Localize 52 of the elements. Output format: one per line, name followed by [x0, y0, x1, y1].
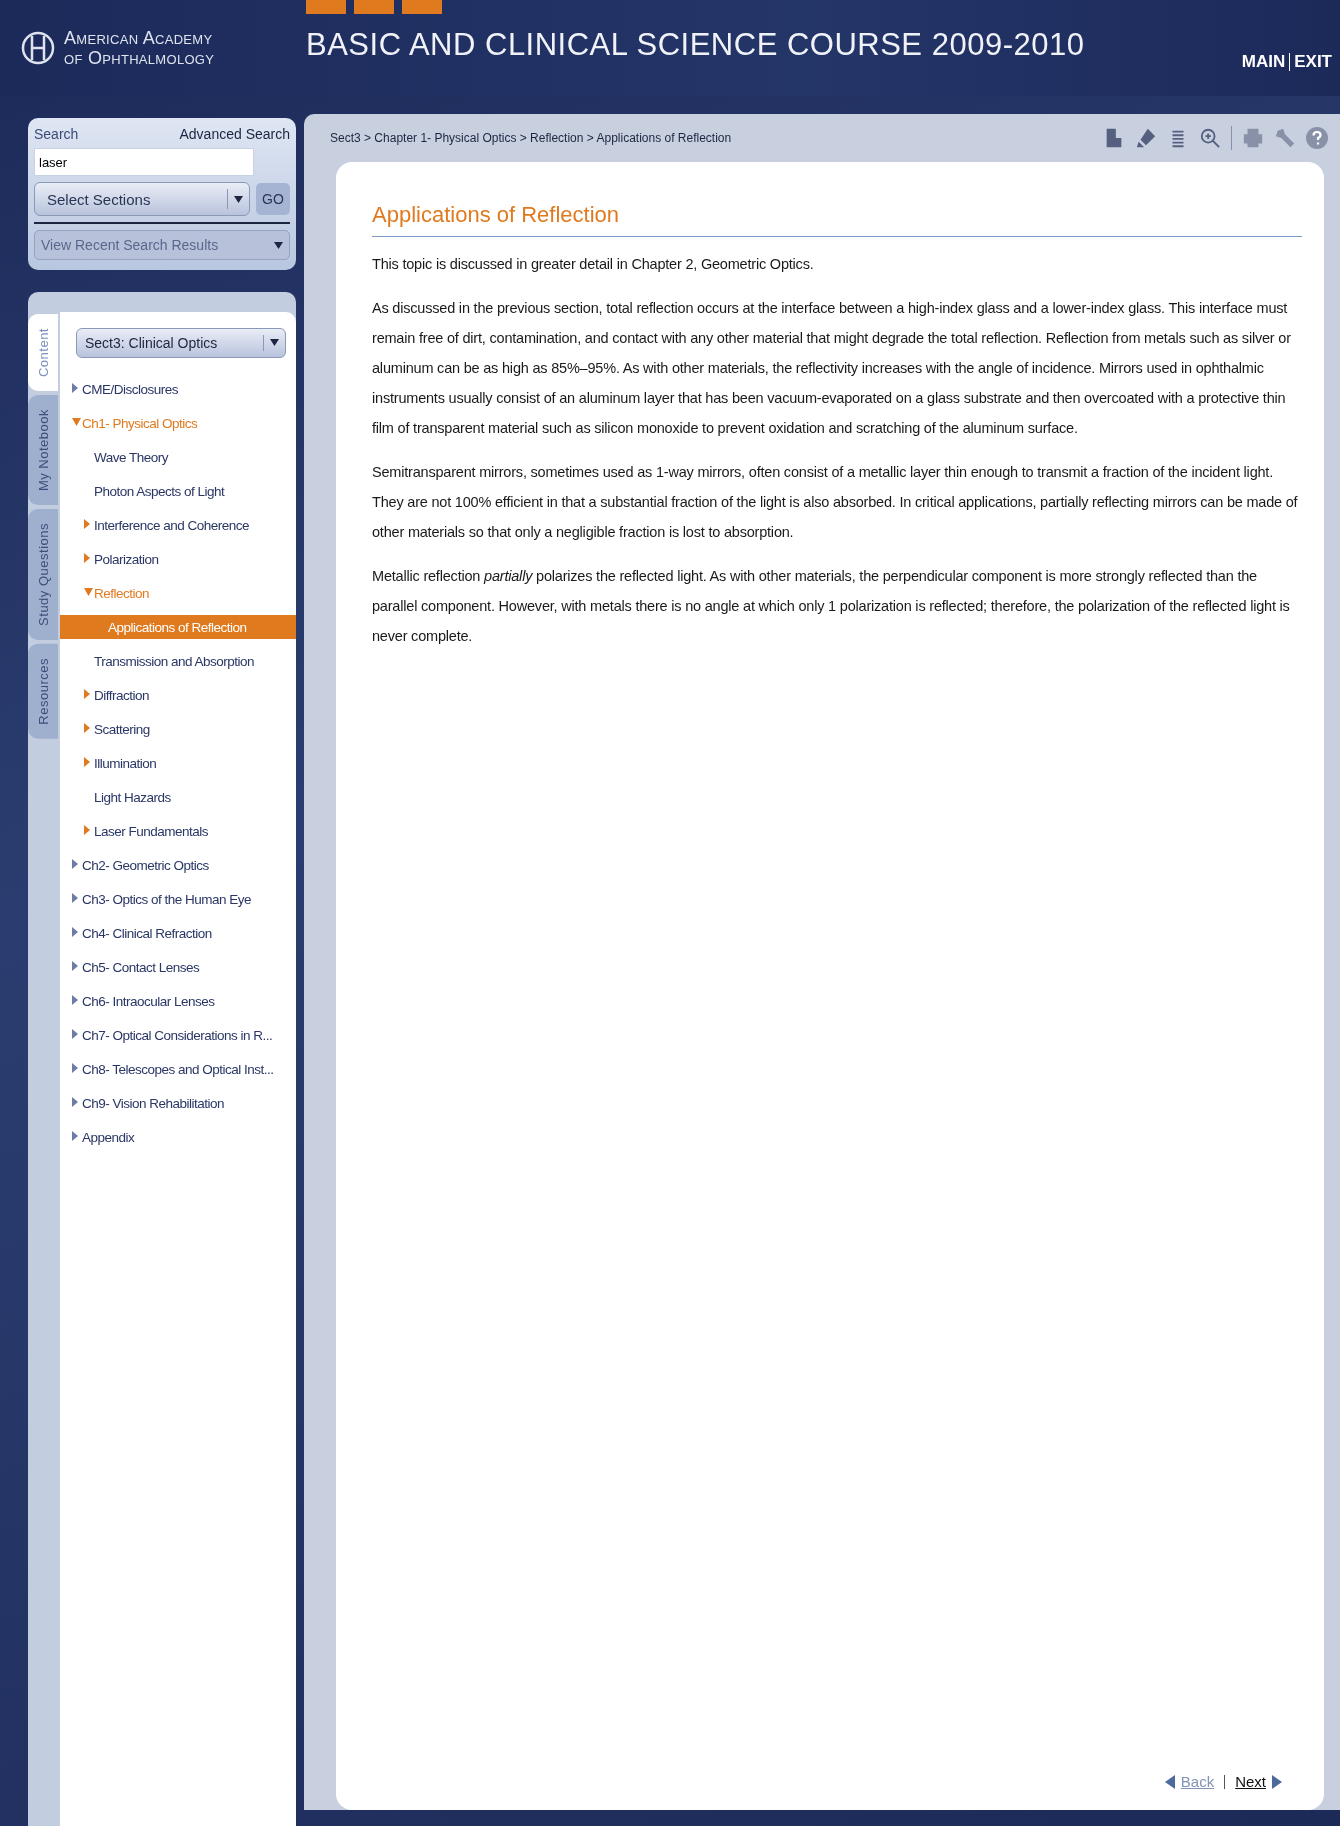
paragraph: Metallic reflection partially polarizes the reflected light. As with other materials, the perpendicular component is more strongly reflected than the parallel component. However, with metals there is no angle at which only 1 polarization is reflected; therefore, the polarization of the reflected light is never complete. [372, 567, 1291, 646]
expanded-arrow-icon [84, 588, 94, 598]
search-label: Search [34, 126, 79, 142]
search-field[interactable]: laser [34, 148, 254, 176]
tree-item[interactable]: Ch3- Optics of the Human Eye [60, 882, 296, 916]
app-title: BASIC AND CLINICAL SCIENCE COURSE 2009-2010 [306, 27, 1086, 63]
section-dropdown[interactable]: Sect3: Clinical Optics [76, 328, 286, 358]
logo-text: of Ophthalmology [64, 48, 215, 68]
header-link[interactable]: MAIN [1241, 52, 1286, 72]
tree-item[interactable]: Photon Aspects of Light [60, 474, 296, 508]
tree-item[interactable]: CME/Disclosures [60, 372, 296, 406]
breadcrumb: Sect3 > Chapter 1- Physical Optics > Reflection > Applications of Reflection [330, 131, 732, 145]
side-tab[interactable]: Resources [28, 644, 58, 739]
caret-icon [234, 195, 243, 203]
paragraph: This topic is discussed in greater detail in Chapter 2, Geometric Optics. [372, 255, 815, 274]
tree-item[interactable]: Polarization [60, 542, 296, 576]
tree-item[interactable]: Ch6- Intraocular Lenses [60, 984, 296, 1018]
help-icon[interactable] [1306, 127, 1328, 149]
expanded-arrow-icon [72, 418, 82, 428]
tree-item[interactable]: Ch2- Geometric Optics [60, 848, 296, 882]
zoom-icon[interactable] [1199, 126, 1221, 150]
highlighter-icon[interactable] [1135, 126, 1157, 150]
go-button[interactable]: GO [256, 183, 290, 215]
sections-dropdown[interactable]: Select Sections [34, 182, 250, 216]
tree-item[interactable]: Interference and Coherence [60, 508, 296, 542]
tree-item[interactable]: Wave Theory [60, 440, 296, 474]
paragraph: As discussed in the previous section, total reflection occurs at the interface between a high-index glass and a lower-index glass. This interface must remain free of dirt, contamination, and contact with any other material that might degrade the total reflection. Reflection from metals such as silver or aluminum can be as high as 85%–95%. As with other materials, the reflectivity increases with the angle of incidence. Mirrors used in ophthalmic instruments usually consist of an aluminum layer that has been vacuum-evaporated on a glass substrate and then overcoated with a protective thin film of transparent material such as silicon monoxide to prevent oxidation and scratching of the aluminum surface. [372, 299, 1292, 438]
tree-item[interactable]: Laser Fundamentals [60, 814, 296, 848]
tree-item[interactable]: Light Hazards [60, 780, 296, 814]
tree-item[interactable]: Appendix [60, 1120, 296, 1154]
tree-item[interactable]: Ch7- Optical Considerations in R... [60, 1018, 296, 1052]
tree-item[interactable]: Transmission and Absorption [60, 644, 296, 678]
logo-icon [20, 30, 56, 66]
tree-item[interactable]: Ch5- Contact Lenses [60, 950, 296, 984]
right-arrow-icon [1272, 1774, 1282, 1789]
logo-text: American Academy [64, 28, 214, 48]
caret-icon [274, 241, 283, 249]
side-tab[interactable]: Study Questions [28, 509, 58, 641]
tree-item[interactable]: Ch9- Vision Rehabilitation [60, 1086, 296, 1120]
next-link[interactable]: Next [1235, 1773, 1282, 1790]
caret-icon [270, 339, 279, 347]
header-link[interactable]: EXIT [1294, 52, 1332, 72]
tree-item[interactable]: Ch4- Clinical Refraction [60, 916, 296, 950]
side-tab[interactable]: My Notebook [28, 395, 58, 506]
paragraph: Semitransparent mirrors, sometimes used as 1-way mirrors, often consist of a metallic layer thin enough to transmit a fraction of the incident light. They are not 100% efficient in that a substantial fraction of the light is also absorbed. In critical applications, partially reflecting mirrors can be made of other materials so that only a negligible fraction is lost to absorption. [372, 463, 1299, 542]
tree-item[interactable]: Illumination [60, 746, 296, 780]
tree-item[interactable]: Ch8- Telescopes and Optical Inst... [60, 1052, 296, 1086]
left-arrow-icon [1164, 1774, 1175, 1789]
advanced-search-link[interactable]: Advanced Search [179, 126, 290, 142]
article-title: Applications of Reflection [372, 202, 1302, 237]
tree-item[interactable]: Scattering [60, 712, 296, 746]
tree-item[interactable]: Diffraction [60, 678, 296, 712]
